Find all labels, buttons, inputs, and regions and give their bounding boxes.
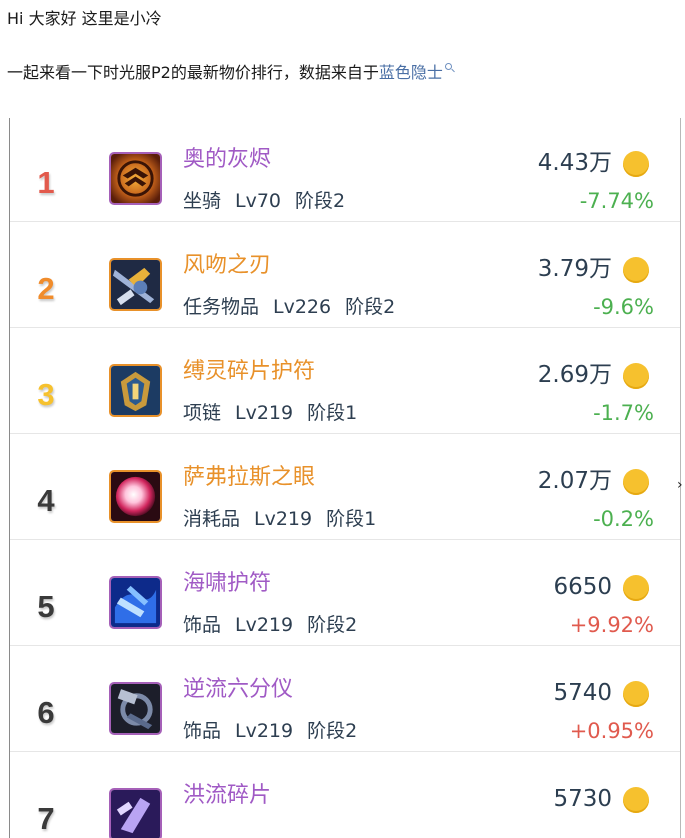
item-stage: 阶段2 bbox=[345, 296, 396, 318]
price-change: +0.95% bbox=[569, 719, 654, 743]
item-price: 2.69万 bbox=[537, 362, 612, 388]
gold-coin-icon bbox=[623, 575, 649, 601]
item-price: 6650 bbox=[553, 574, 612, 600]
scroll-right-caret-icon[interactable]: › bbox=[677, 478, 683, 492]
item-type: 饰品 bbox=[183, 720, 222, 742]
price-ranking-list: 1 奥的灰烬坐骑 Lv70 阶段2 4.43万 -7.74% 2 风吻之刃任务物品 Lv226 阶… bbox=[9, 118, 681, 838]
item-level: Lv219 bbox=[235, 614, 294, 636]
item-level: Lv226 bbox=[273, 296, 332, 318]
intro-line: 一起来看一下时光服P2的最新物价排行，数据来自于蓝色隐士 bbox=[7, 62, 452, 84]
item-meta: 饰品 Lv219 阶段2 bbox=[183, 612, 371, 638]
item-meta: 坐骑 Lv70 阶段2 bbox=[183, 188, 359, 214]
item-price: 2.07万 bbox=[537, 468, 612, 494]
item-level: Lv219 bbox=[235, 720, 294, 742]
price-change: -9.6% bbox=[593, 295, 654, 319]
gold-coin-icon bbox=[623, 681, 649, 707]
rank-number: 5 bbox=[37, 589, 55, 624]
item-name[interactable]: 风吻之刃 bbox=[183, 251, 271, 281]
rank-number: 7 bbox=[37, 801, 55, 836]
item-type: 坐骑 bbox=[183, 190, 222, 212]
item-name[interactable]: 缚灵碎片护符 bbox=[183, 357, 315, 387]
item-name[interactable]: 海啸护符 bbox=[183, 569, 271, 599]
item-name[interactable]: 奥的灰烬 bbox=[183, 145, 271, 175]
item-meta: 消耗品 Lv219 阶段1 bbox=[183, 506, 390, 532]
ranking-row[interactable]: 1 奥的灰烬坐骑 Lv70 阶段2 4.43万 -7.74% bbox=[10, 118, 680, 222]
ranking-row[interactable]: 2 风吻之刃任务物品 Lv226 阶段2 3.79万 -9.6% bbox=[10, 222, 680, 328]
item-price: 4.43万 bbox=[537, 150, 612, 176]
price-change: -1.7% bbox=[593, 401, 654, 425]
item-price: 3.79万 bbox=[537, 256, 612, 282]
ranking-row[interactable]: 4 萨弗拉斯之眼消耗品 Lv219 阶段1 2.07万 -0.2% bbox=[10, 434, 680, 540]
item-name[interactable]: 洪流碎片 bbox=[183, 781, 271, 811]
gold-coin-icon bbox=[623, 363, 649, 389]
item-stage: 阶段1 bbox=[307, 402, 358, 424]
item-name[interactable]: 逆流六分仪 bbox=[183, 675, 293, 705]
gold-coin-icon bbox=[623, 257, 649, 283]
greeting-text: Hi 大家好 这里是小冷 bbox=[7, 9, 162, 28]
source-link[interactable]: 蓝色隐士 bbox=[379, 63, 443, 82]
item-type: 饰品 bbox=[183, 614, 222, 636]
item-price: 5730 bbox=[553, 786, 612, 812]
item-type: 任务物品 bbox=[183, 296, 260, 318]
item-name[interactable]: 萨弗拉斯之眼 bbox=[183, 463, 315, 493]
item-stage: 阶段1 bbox=[326, 508, 377, 530]
sextant-icon[interactable] bbox=[109, 682, 162, 735]
price-change: -0.2% bbox=[593, 507, 654, 531]
rank-number: 6 bbox=[37, 695, 55, 730]
intro-prefix: 一起来看一下时光服P2的最新物价排行，数据来自于 bbox=[7, 63, 379, 82]
item-stage: 阶段2 bbox=[307, 720, 358, 742]
ranking-row[interactable]: 7 洪流碎片 5730 bbox=[10, 752, 680, 838]
windkiss-blade-icon[interactable] bbox=[109, 258, 162, 311]
rank-number: 1 bbox=[37, 165, 55, 200]
ranking-row[interactable]: 6 逆流六分仪饰品 Lv219 阶段2 5740 +0.95% bbox=[10, 646, 680, 752]
item-stage: 阶段2 bbox=[307, 614, 358, 636]
ranking-row[interactable]: 5 海啸护符饰品 Lv219 阶段2 6650 +9.92% bbox=[10, 540, 680, 646]
item-level: Lv219 bbox=[235, 402, 294, 424]
price-change: -7.74% bbox=[579, 189, 654, 213]
item-stage: 阶段2 bbox=[295, 190, 346, 212]
item-level: Lv219 bbox=[254, 508, 313, 530]
item-type: 项链 bbox=[183, 402, 222, 424]
ashes-of-alar-icon[interactable] bbox=[109, 152, 162, 205]
torrent-shard-icon[interactable] bbox=[109, 788, 162, 838]
item-level: Lv70 bbox=[235, 190, 282, 212]
item-meta: 任务物品 Lv226 阶段2 bbox=[183, 294, 409, 320]
eye-orb-icon[interactable] bbox=[109, 470, 162, 523]
tsunami-talisman-icon[interactable] bbox=[109, 576, 162, 629]
amulet-icon[interactable] bbox=[109, 364, 162, 417]
rank-number: 4 bbox=[37, 483, 55, 518]
item-meta: 饰品 Lv219 阶段2 bbox=[183, 718, 371, 744]
gold-coin-icon bbox=[623, 787, 649, 813]
rank-number: 3 bbox=[37, 377, 55, 412]
gold-coin-icon bbox=[623, 151, 649, 177]
item-price: 5740 bbox=[553, 680, 612, 706]
ranking-row[interactable]: 3 缚灵碎片护符项链 Lv219 阶段1 2.69万 -1.7% bbox=[10, 328, 680, 434]
price-change: +9.92% bbox=[569, 613, 654, 637]
rank-number: 2 bbox=[37, 271, 55, 306]
item-type: 消耗品 bbox=[183, 508, 241, 530]
gold-coin-icon bbox=[623, 469, 649, 495]
search-icon[interactable] bbox=[444, 63, 452, 70]
item-meta: 项链 Lv219 阶段1 bbox=[183, 400, 371, 426]
